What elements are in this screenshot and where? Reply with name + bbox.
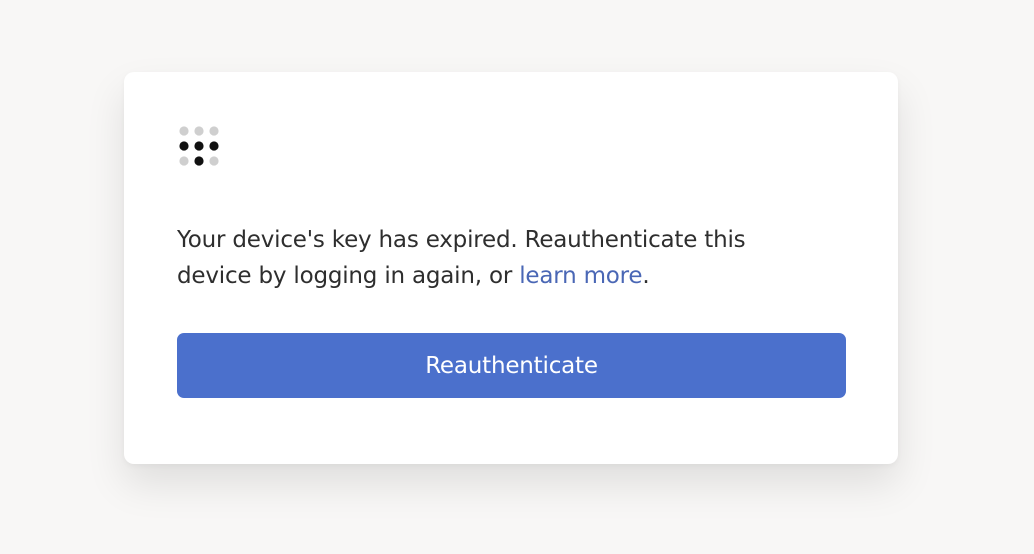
reauth-dialog: Your device's key has expired. Reauthent… bbox=[124, 72, 898, 464]
message-text: Your device's key has expired. Reauthent… bbox=[177, 227, 746, 289]
learn-more-link[interactable]: learn more bbox=[519, 263, 642, 289]
message-period: . bbox=[642, 263, 650, 289]
tailscale-logo-icon bbox=[179, 126, 219, 166]
expired-key-message: Your device's key has expired. Reauthent… bbox=[177, 222, 817, 294]
reauthenticate-button[interactable]: Reauthenticate bbox=[177, 333, 846, 398]
